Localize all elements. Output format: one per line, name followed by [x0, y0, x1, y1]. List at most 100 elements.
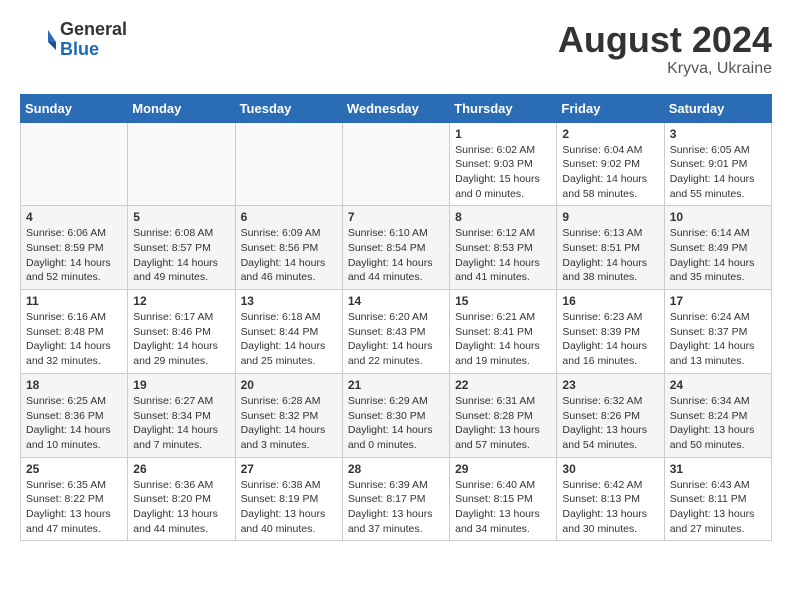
- calendar-cell: 12Sunrise: 6:17 AMSunset: 8:46 PMDayligh…: [128, 290, 235, 374]
- logo-blue: Blue: [60, 40, 127, 60]
- day-info: Daylight: 14 hours and 46 minutes.: [241, 256, 337, 285]
- logo-icon: [20, 22, 56, 58]
- calendar-cell: 3 Sunrise: 6:05 AMSunset: 9:01 PMDaylight…: [664, 122, 771, 206]
- day-info: Sunset: 8:48 PM: [26, 325, 122, 340]
- calendar-cell: 14Sunrise: 6:20 AMSunset: 8:43 PMDayligh…: [342, 290, 449, 374]
- day-info: Sunset: 8:44 PM: [241, 325, 337, 340]
- day-info: Sunset: 8:24 PM: [670, 409, 766, 424]
- location: Kryva, Ukraine: [558, 60, 772, 78]
- week-row-5: 25Sunrise: 6:35 AMSunset: 8:22 PMDayligh…: [21, 457, 772, 541]
- day-info: Sunset: 8:56 PM: [241, 241, 337, 256]
- day-number: 26: [133, 462, 229, 476]
- day-number: 30: [562, 462, 658, 476]
- day-info: Sunset: 8:11 PM: [670, 492, 766, 507]
- day-info: Sunrise: 6:02 AM: [455, 143, 551, 158]
- logo: General Blue: [20, 20, 127, 60]
- week-row-2: 4Sunrise: 6:06 AMSunset: 8:59 PMDaylight…: [21, 206, 772, 290]
- day-header-friday: Friday: [557, 94, 664, 122]
- day-header-sunday: Sunday: [21, 94, 128, 122]
- day-info: Sunrise: 6:35 AM: [26, 478, 122, 493]
- day-info: Sunset: 8:43 PM: [348, 325, 444, 340]
- day-header-wednesday: Wednesday: [342, 94, 449, 122]
- day-info: Sunrise: 6:08 AM: [133, 226, 229, 241]
- calendar-cell: 20Sunrise: 6:28 AMSunset: 8:32 PMDayligh…: [235, 373, 342, 457]
- day-info: Daylight: 13 hours and 30 minutes.: [562, 507, 658, 536]
- day-info: Sunrise: 6:32 AM: [562, 394, 658, 409]
- calendar-cell: 1Sunrise: 6:02 AMSunset: 9:03 PMDaylight…: [450, 122, 557, 206]
- day-number: 3: [670, 127, 766, 141]
- day-info: Daylight: 14 hours and 25 minutes.: [241, 339, 337, 368]
- day-info: Sunset: 8:13 PM: [562, 492, 658, 507]
- day-info: Sunset: 8:20 PM: [133, 492, 229, 507]
- calendar-cell: 31Sunrise: 6:43 AMSunset: 8:11 PMDayligh…: [664, 457, 771, 541]
- day-info: Sunset: 8:19 PM: [241, 492, 337, 507]
- day-info: Daylight: 13 hours and 50 minutes.: [670, 423, 766, 452]
- day-info: Daylight: 13 hours and 54 minutes.: [562, 423, 658, 452]
- day-info: Daylight: 14 hours and 29 minutes.: [133, 339, 229, 368]
- day-info: Sunrise: 6:05 AM: [670, 143, 766, 158]
- day-number: 1: [455, 127, 551, 141]
- day-info: Sunrise: 6:29 AM: [348, 394, 444, 409]
- day-info: Sunset: 8:30 PM: [348, 409, 444, 424]
- day-info: Sunset: 8:22 PM: [26, 492, 122, 507]
- day-info: Sunrise: 6:21 AM: [455, 310, 551, 325]
- day-info: Daylight: 14 hours and 35 minutes.: [670, 256, 766, 285]
- day-info: Sunrise: 6:42 AM: [562, 478, 658, 493]
- day-info: Daylight: 13 hours and 57 minutes.: [455, 423, 551, 452]
- calendar-cell: [128, 122, 235, 206]
- day-info: Sunset: 8:36 PM: [26, 409, 122, 424]
- day-info: Sunset: 8:28 PM: [455, 409, 551, 424]
- day-number: 11: [26, 294, 122, 308]
- calendar-cell: 7Sunrise: 6:10 AMSunset: 8:54 PMDaylight…: [342, 206, 449, 290]
- day-info: Sunset: 9:01 PM: [670, 157, 766, 172]
- day-info: Sunset: 8:59 PM: [26, 241, 122, 256]
- day-info: Sunrise: 6:06 AM: [26, 226, 122, 241]
- week-row-1: 1Sunrise: 6:02 AMSunset: 9:03 PMDaylight…: [21, 122, 772, 206]
- day-info: Sunset: 8:17 PM: [348, 492, 444, 507]
- day-info: Sunset: 8:15 PM: [455, 492, 551, 507]
- calendar-cell: 8Sunrise: 6:12 AMSunset: 8:53 PMDaylight…: [450, 206, 557, 290]
- calendar-cell: 16Sunrise: 6:23 AMSunset: 8:39 PMDayligh…: [557, 290, 664, 374]
- day-info: Sunset: 8:26 PM: [562, 409, 658, 424]
- calendar-cell: 15Sunrise: 6:21 AMSunset: 8:41 PMDayligh…: [450, 290, 557, 374]
- calendar-cell: 23 Sunrise: 6:32 AMSunset: 8:26 PMDayligh…: [557, 373, 664, 457]
- calendar-cell: 11Sunrise: 6:16 AMSunset: 8:48 PMDayligh…: [21, 290, 128, 374]
- calendar-cell: 30 Sunrise: 6:42 AMSunset: 8:13 PMDayligh…: [557, 457, 664, 541]
- day-info: Sunset: 8:53 PM: [455, 241, 551, 256]
- day-header-thursday: Thursday: [450, 94, 557, 122]
- day-info: Sunrise: 6:10 AM: [348, 226, 444, 241]
- day-info: Sunrise: 6:43 AM: [670, 478, 766, 493]
- week-row-4: 18Sunrise: 6:25 AMSunset: 8:36 PMDayligh…: [21, 373, 772, 457]
- day-info: Sunrise: 6:31 AM: [455, 394, 551, 409]
- month-year: August 2024: [558, 20, 772, 60]
- calendar-table: SundayMondayTuesdayWednesdayThursdayFrid…: [20, 94, 772, 542]
- day-info: Daylight: 14 hours and 44 minutes.: [348, 256, 444, 285]
- calendar-cell: 24Sunrise: 6:34 AMSunset: 8:24 PMDayligh…: [664, 373, 771, 457]
- day-info: Daylight: 14 hours and 52 minutes.: [26, 256, 122, 285]
- calendar-cell: [235, 122, 342, 206]
- day-info: Sunset: 8:37 PM: [670, 325, 766, 340]
- day-info: Daylight: 14 hours and 38 minutes.: [562, 256, 658, 285]
- day-number: 23: [562, 378, 658, 392]
- calendar-cell: 28Sunrise: 6:39 AMSunset: 8:17 PMDayligh…: [342, 457, 449, 541]
- day-number: 15: [455, 294, 551, 308]
- day-number: 21: [348, 378, 444, 392]
- day-info: Daylight: 14 hours and 32 minutes.: [26, 339, 122, 368]
- calendar-cell: 21Sunrise: 6:29 AMSunset: 8:30 PMDayligh…: [342, 373, 449, 457]
- calendar-cell: 2Sunrise: 6:04 AMSunset: 9:02 PMDaylight…: [557, 122, 664, 206]
- day-info: Daylight: 14 hours and 16 minutes.: [562, 339, 658, 368]
- calendar-cell: [21, 122, 128, 206]
- day-number: 17: [670, 294, 766, 308]
- day-info: Daylight: 14 hours and 22 minutes.: [348, 339, 444, 368]
- day-header-tuesday: Tuesday: [235, 94, 342, 122]
- calendar-cell: 4 Sunrise: 6:06 AMSunset: 8:59 PMDaylight…: [21, 206, 128, 290]
- day-info: Sunrise: 6:27 AM: [133, 394, 229, 409]
- day-number: 19: [133, 378, 229, 392]
- day-info: Daylight: 14 hours and 55 minutes.: [670, 172, 766, 201]
- calendar-cell: [342, 122, 449, 206]
- day-info: Daylight: 14 hours and 41 minutes.: [455, 256, 551, 285]
- day-number: 14: [348, 294, 444, 308]
- calendar-cell: 29Sunrise: 6:40 AMSunset: 8:15 PMDayligh…: [450, 457, 557, 541]
- day-info: Sunset: 8:39 PM: [562, 325, 658, 340]
- day-number: 4: [26, 210, 122, 224]
